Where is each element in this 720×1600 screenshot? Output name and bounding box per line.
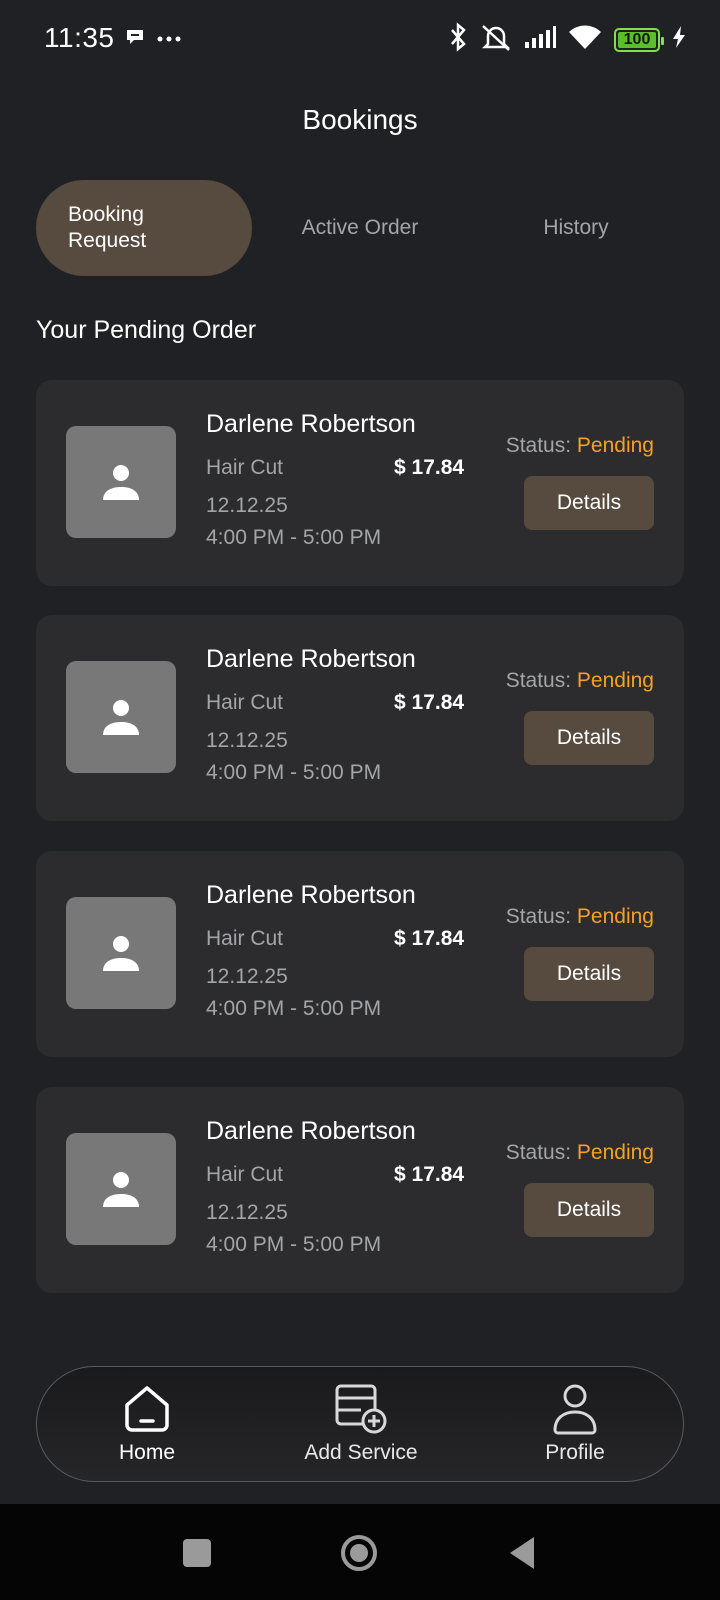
service-name: Hair Cut [206, 927, 284, 950]
status-badge: Pending [576, 669, 654, 692]
customer-name: Darlene Robertson [206, 645, 416, 673]
nav-profile[interactable]: Profile [475, 1383, 675, 1465]
booking-date: 12.12.25 [206, 494, 288, 517]
avatar [66, 1133, 176, 1245]
price: $ 17.84 [394, 1163, 465, 1186]
price: $ 17.84 [394, 456, 465, 479]
home-circle-icon[interactable] [340, 1534, 378, 1577]
status-text: Status: Pending [505, 434, 654, 457]
more-dots-icon [156, 31, 182, 49]
avatar [66, 661, 176, 773]
booking-date: 12.12.25 [206, 729, 288, 752]
price: $ 17.84 [394, 691, 465, 714]
status-badge: Pending [576, 1141, 654, 1164]
status-text: Status: Pending [505, 905, 654, 928]
recent-apps-icon[interactable] [182, 1538, 212, 1573]
person-icon [103, 700, 139, 735]
bluetooth-icon [448, 22, 468, 57]
system-nav-bar [0, 1504, 720, 1600]
booking-date: 12.12.25 [206, 965, 288, 988]
status-badge: Pending [576, 434, 654, 457]
tab-booking-request[interactable]: Booking Request [36, 180, 252, 276]
booking-time: 4:00 PM - 5:00 PM [206, 1233, 382, 1256]
booking-time: 4:00 PM - 5:00 PM [206, 761, 382, 784]
customer-name: Darlene Robertson [206, 410, 416, 438]
tab-active-order[interactable]: Active Order [252, 180, 468, 276]
tab-history[interactable]: History [468, 180, 684, 276]
service-name: Hair Cut [206, 456, 284, 479]
nav-home[interactable]: Home [47, 1383, 247, 1465]
section-title: Your Pending Order [36, 316, 257, 344]
details-button[interactable]: Details [524, 476, 654, 530]
booking-date: 12.12.25 [206, 1201, 288, 1224]
person-icon [103, 1172, 139, 1207]
status-time: 11:35 [44, 22, 115, 53]
avatar [66, 426, 176, 538]
bottom-nav: Home Add Service Profile [36, 1366, 684, 1482]
home-icon [125, 1386, 169, 1432]
status-badge: Pending [576, 905, 654, 928]
order-card[interactable]: Darlene Robertson Hair Cut $ 17.84 12.12… [36, 380, 684, 586]
status-bar: 11:35 100 [0, 0, 720, 80]
nav-add-service[interactable]: Add Service [261, 1383, 461, 1465]
customer-name: Darlene Robertson [206, 881, 416, 909]
status-text: Status: Pending [505, 1141, 654, 1164]
price: $ 17.84 [394, 927, 465, 950]
details-button[interactable]: Details [524, 947, 654, 1001]
customer-name: Darlene Robertson [206, 1117, 416, 1145]
avatar [66, 897, 176, 1009]
status-text: Status: Pending [505, 669, 654, 692]
wifi-icon [568, 24, 602, 55]
chat-bubble-icon [124, 26, 146, 53]
order-card[interactable]: Darlene Robertson Hair Cut $ 17.84 12.12… [36, 1087, 684, 1293]
signal-icon [524, 26, 556, 53]
details-button[interactable]: Details [524, 711, 654, 765]
person-icon [103, 936, 139, 971]
booking-time: 4:00 PM - 5:00 PM [206, 526, 382, 549]
order-card[interactable]: Darlene Robertson Hair Cut $ 17.84 12.12… [36, 615, 684, 821]
booking-time: 4:00 PM - 5:00 PM [206, 997, 382, 1020]
charging-bolt-icon [672, 26, 686, 53]
profile-icon [553, 1384, 597, 1435]
person-icon [103, 465, 139, 500]
battery-icon: 100 [614, 27, 664, 52]
bookings-screen: 11:35 100 Bookings Booking Request Activ… [0, 0, 720, 1600]
page-title: Bookings [302, 104, 418, 135]
alarm-off-icon [480, 22, 512, 57]
service-name: Hair Cut [206, 1163, 284, 1186]
add-service-icon [335, 1384, 387, 1434]
details-button[interactable]: Details [524, 1183, 654, 1237]
back-icon[interactable] [508, 1536, 536, 1575]
service-name: Hair Cut [206, 691, 284, 714]
order-card[interactable]: Darlene Robertson Hair Cut $ 17.84 12.12… [36, 851, 684, 1057]
